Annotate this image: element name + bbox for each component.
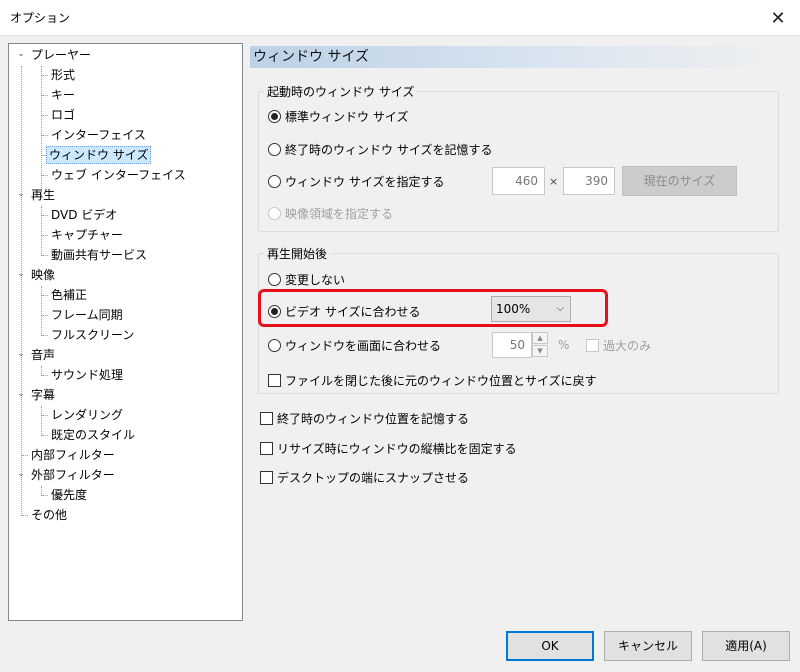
options-tree[interactable]: ⌄ プレーヤー 形式 キー ロゴ インターフェイス ウィンドウ サイズ ウェブ … (8, 43, 243, 621)
after-play-group-label: 再生開始後 (264, 245, 331, 262)
tree-item-playback[interactable]: 再生 (29, 186, 57, 204)
zoom-dropdown[interactable]: 100% ⌵ (491, 296, 571, 322)
tree-item-fullscreen[interactable]: フルスクリーン (49, 326, 136, 344)
spin-up-button[interactable]: ▲ (532, 332, 548, 344)
apply-button[interactable]: 適用(A) (702, 631, 790, 661)
ok-button[interactable]: OK (506, 631, 594, 661)
tree-expand-icon-player[interactable]: ⌄ (16, 49, 26, 59)
remember-position-label: 終了時のウィンドウ位置を記憶する (277, 412, 470, 426)
video-area-radio[interactable] (268, 207, 281, 220)
tree-item-default-style[interactable]: 既定のスタイル (49, 426, 137, 444)
current-size-button[interactable]: 現在のサイズ (622, 166, 737, 196)
tree-expand-icon-external-filters[interactable]: ⌄ (16, 469, 26, 479)
fix-aspect-option[interactable]: リサイズ時にウィンドウの縦横比を固定する (260, 440, 517, 457)
oversize-only-label: 過大のみ (603, 339, 652, 353)
tree-item-frame-sync[interactable]: フレーム同期 (49, 306, 125, 324)
tree-item-priority[interactable]: 優先度 (49, 486, 89, 504)
no-change-option[interactable]: 変更しない (268, 271, 345, 288)
tree-item-logo[interactable]: ロゴ (49, 106, 77, 124)
remember-position-checkbox[interactable] (260, 412, 273, 425)
specify-size-label: ウィンドウ サイズを指定する (285, 175, 445, 189)
tree-expand-icon-subtitles[interactable]: ⌄ (16, 389, 26, 399)
remember-size-option[interactable]: 終了時のウィンドウ サイズを記憶する (268, 141, 492, 158)
specify-size-option[interactable]: ウィンドウ サイズを指定する (268, 173, 444, 190)
zoom-value: 100% (496, 302, 531, 316)
snap-desktop-checkbox[interactable] (260, 471, 273, 484)
close-button[interactable]: ✕ (756, 0, 800, 36)
tree-expand-icon-video[interactable]: ⌄ (16, 269, 26, 279)
video-area-label: 映像領域を指定する (285, 207, 394, 221)
restore-position-option[interactable]: ファイルを閉じた後に元のウィンドウ位置とサイズに戻す (268, 372, 597, 389)
tree-item-other[interactable]: その他 (29, 506, 69, 524)
tree-item-subtitles[interactable]: 字幕 (29, 386, 57, 404)
title-bar: オプション ✕ (0, 0, 800, 36)
tree-item-video[interactable]: 映像 (29, 266, 57, 284)
percent-sign: % (558, 338, 570, 352)
video-area-option[interactable]: 映像領域を指定する (268, 205, 393, 222)
tree-expand-icon-audio[interactable]: ⌄ (16, 349, 26, 359)
panel-title: ウィンドウ サイズ (250, 46, 790, 68)
oversize-only-option[interactable]: 過大のみ (586, 337, 651, 354)
no-change-radio[interactable] (268, 273, 281, 286)
height-field[interactable]: 390 (563, 167, 615, 195)
oversize-only-checkbox[interactable] (586, 339, 599, 352)
restore-position-checkbox[interactable] (268, 374, 281, 387)
restore-position-label: ファイルを閉じた後に元のウィンドウ位置とサイズに戻す (285, 374, 597, 388)
remember-position-option[interactable]: 終了時のウィンドウ位置を記憶する (260, 410, 469, 427)
tree-item-player[interactable]: プレーヤー (29, 46, 93, 64)
fix-aspect-checkbox[interactable] (260, 442, 273, 455)
tree-expand-icon-playback[interactable]: ⌄ (16, 189, 26, 199)
standard-size-label: 標準ウィンドウ サイズ (285, 110, 409, 124)
fit-video-label: ビデオ サイズに合わせる (285, 305, 421, 319)
no-change-label: 変更しない (285, 273, 346, 287)
tree-item-capture[interactable]: キャプチャー (49, 226, 125, 244)
window-title: オプション (10, 11, 71, 25)
tree-item-window-size[interactable]: ウィンドウ サイズ (46, 146, 152, 164)
size-times-sign: × (549, 175, 559, 188)
tree-item-interface[interactable]: インターフェイス (49, 126, 148, 144)
tree-item-dvd-video[interactable]: DVD ビデオ (49, 206, 119, 224)
fit-screen-radio[interactable] (268, 339, 281, 352)
fit-screen-label: ウィンドウを画面に合わせる (285, 339, 442, 353)
startup-size-group-label: 起動時のウィンドウ サイズ (264, 83, 418, 100)
fit-video-option[interactable]: ビデオ サイズに合わせる (268, 303, 420, 320)
remember-size-label: 終了時のウィンドウ サイズを記憶する (285, 143, 493, 157)
fit-video-radio[interactable] (268, 305, 281, 318)
chevron-down-icon: ⌵ (556, 303, 564, 314)
tree-item-external-filters[interactable]: 外部フィルター (29, 466, 117, 484)
tree-item-video-sharing[interactable]: 動画共有サービス (49, 246, 149, 264)
fix-aspect-label: リサイズ時にウィンドウの縦横比を固定する (277, 442, 517, 456)
standard-size-option[interactable]: 標準ウィンドウ サイズ (268, 108, 408, 125)
tree-item-sound-processing[interactable]: サウンド処理 (49, 366, 125, 384)
tree-item-keys[interactable]: キー (49, 86, 77, 104)
close-icon: ✕ (770, 7, 786, 29)
fit-screen-option[interactable]: ウィンドウを画面に合わせる (268, 337, 441, 354)
remember-size-radio[interactable] (268, 143, 281, 156)
cancel-button[interactable]: キャンセル (604, 631, 692, 661)
screen-percent-field[interactable]: 50 (492, 332, 532, 358)
tree-item-internal-filters[interactable]: 内部フィルター (29, 446, 117, 464)
tree-item-web-interface[interactable]: ウェブ インターフェイス (49, 166, 188, 184)
tree-item-rendering[interactable]: レンダリング (49, 406, 125, 424)
width-field[interactable]: 460 (492, 167, 545, 195)
tree-item-format[interactable]: 形式 (49, 66, 77, 84)
snap-desktop-label: デスクトップの端にスナップさせる (277, 471, 470, 485)
specify-size-radio[interactable] (268, 175, 281, 188)
snap-desktop-option[interactable]: デスクトップの端にスナップさせる (260, 469, 469, 486)
tree-item-audio[interactable]: 音声 (29, 346, 57, 364)
standard-size-radio[interactable] (268, 110, 281, 123)
tree-item-color-correction[interactable]: 色補正 (49, 286, 89, 304)
spin-down-button[interactable]: ▼ (532, 345, 548, 357)
